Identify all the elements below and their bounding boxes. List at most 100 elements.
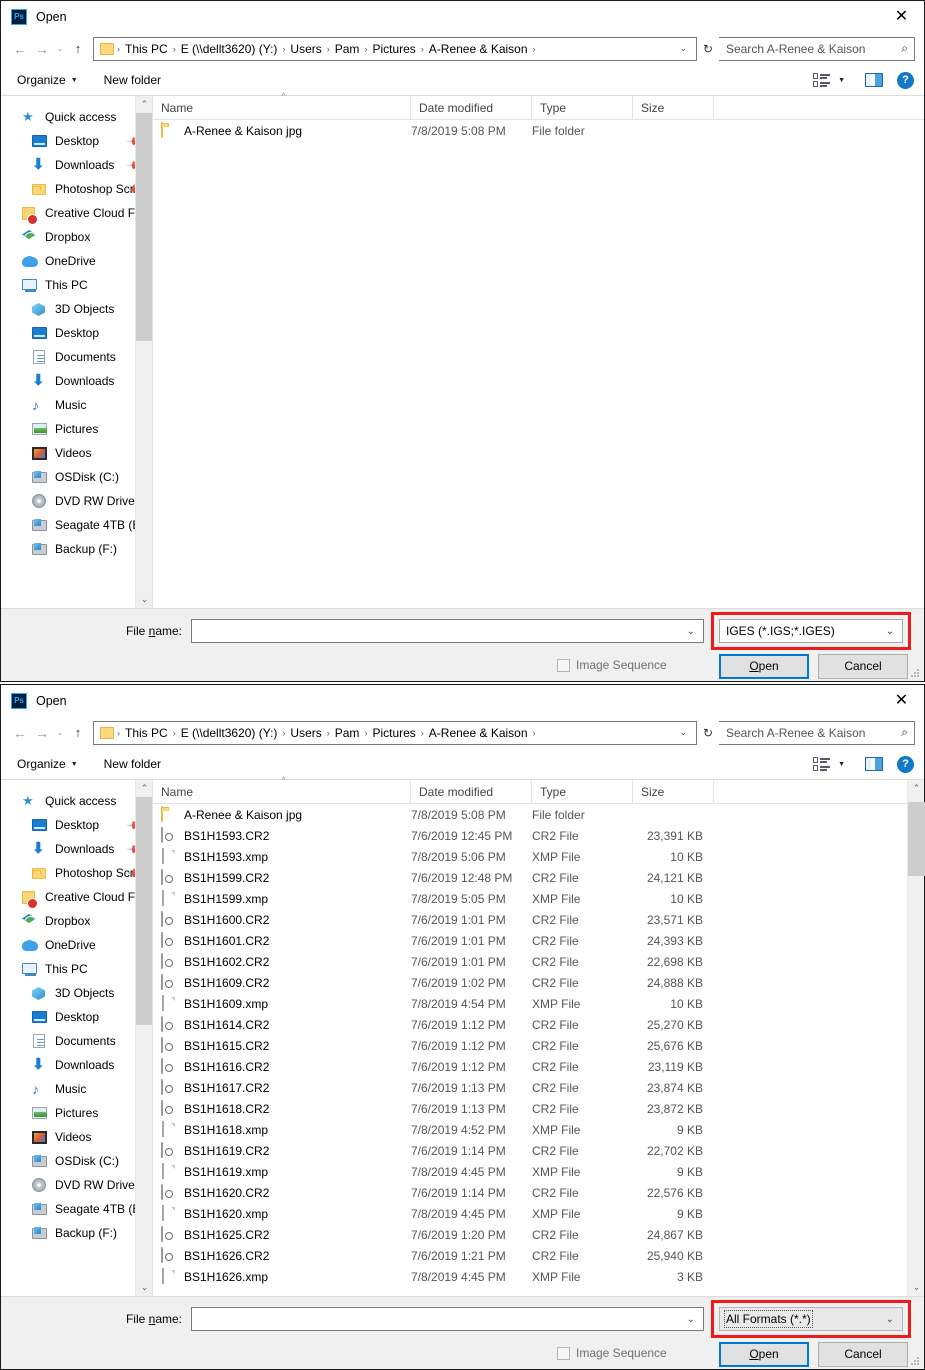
sidebar-item-3d-objects[interactable]: 3D Objects <box>1 297 152 321</box>
sidebar-scrollbar[interactable]: ⌃ ⌄ <box>135 780 152 1296</box>
refresh-button[interactable]: ↻ <box>697 42 719 56</box>
scroll-up-icon[interactable]: ⌃ <box>136 96 152 113</box>
table-row[interactable]: BS1H1620.xmp 7/8/2019 4:45 PM XMP File 9 KB <box>153 1203 924 1224</box>
sidebar-item-seagate-4tb-e[interactable]: Seagate 4TB (E:) <box>1 513 152 537</box>
sidebar-item-backup-f[interactable]: Backup (F:) <box>1 1221 152 1245</box>
table-row[interactable]: BS1H1593.CR2 7/6/2019 12:45 PM CR2 File 23,… <box>153 825 924 846</box>
open-button[interactable]: Open <box>719 654 809 679</box>
sidebar-item-desktop[interactable]: Desktop📌 <box>1 813 152 837</box>
table-row[interactable]: BS1H1614.CR2 7/6/2019 1:12 PM CR2 File 25,2… <box>153 1014 924 1035</box>
table-row[interactable]: BS1H1609.CR2 7/6/2019 1:02 PM CR2 File 24,8… <box>153 972 924 993</box>
breadcrumb-item[interactable]: This PC <box>121 40 172 58</box>
sidebar-item-onedrive[interactable]: OneDrive <box>1 249 152 273</box>
breadcrumb-item[interactable]: A-Renee & Kaison <box>425 724 532 742</box>
close-icon[interactable]: ✕ <box>879 685 924 716</box>
file-type-dropdown[interactable]: All Formats (*.*) ⌄ <box>719 1307 903 1331</box>
scroll-up-icon[interactable]: ⌃ <box>136 780 152 797</box>
forward-button[interactable]: → <box>31 722 53 744</box>
breadcrumb-item[interactable]: Users <box>286 40 325 58</box>
chevron-down-icon[interactable]: ⌄ <box>683 1314 699 1325</box>
chevron-down-icon[interactable]: ⌄ <box>683 626 699 637</box>
organize-button[interactable]: Organize ▼ <box>17 757 78 771</box>
file-name-input[interactable]: ⌄ <box>191 1307 704 1331</box>
scroll-down-icon[interactable]: ⌄ <box>908 1279 925 1296</box>
view-mode-button[interactable]: ▼ <box>813 757 845 771</box>
sidebar-item-downloads[interactable]: ⬇ Downloads <box>1 369 152 393</box>
breadcrumb-bar[interactable]: › This PC › E (\\dellt3620) (Y:) › Users › Pam ›… <box>93 36 697 61</box>
sidebar-item-videos[interactable]: Videos <box>1 441 152 465</box>
table-row[interactable]: BS1H1602.CR2 7/6/2019 1:01 PM CR2 File 22,6… <box>153 951 924 972</box>
sidebar-scroll-thumb[interactable] <box>136 797 152 1025</box>
recent-locations-button[interactable]: ⌄ <box>53 722 67 744</box>
sidebar-item-documents[interactable]: Documents <box>1 345 152 369</box>
scroll-down-icon[interactable]: ⌄ <box>136 1279 152 1296</box>
column-header-type[interactable]: Type <box>532 96 633 119</box>
table-row[interactable]: BS1H1593.xmp 7/8/2019 5:06 PM XMP File 10 K… <box>153 846 924 867</box>
file-type-dropdown[interactable]: IGES (*.IGS;*.IGES) ⌄ <box>719 619 903 643</box>
forward-button[interactable]: → <box>31 38 53 60</box>
column-header-size[interactable]: Size <box>633 780 714 803</box>
sidebar-item-quick-access[interactable]: ★ Quick access <box>1 105 152 129</box>
chevron-down-icon[interactable]: ⌄ <box>882 1314 898 1325</box>
breadcrumb-bar[interactable]: › This PC › E (\\dellt3620) (Y:) › Users › Pam ›… <box>93 720 697 745</box>
scroll-up-icon[interactable]: ⌃ <box>908 780 925 797</box>
resize-grip[interactable] <box>910 1356 920 1366</box>
sidebar-item-downloads[interactable]: ⬇Downloads📌 <box>1 837 152 861</box>
sidebar-item-desktop[interactable]: Desktop <box>1 1005 152 1029</box>
sidebar-scroll-thumb[interactable] <box>136 113 152 341</box>
table-row[interactable]: A-Renee & Kaison jpg 7/8/2019 5:08 PM File… <box>153 120 924 141</box>
table-row[interactable]: BS1H1601.CR2 7/6/2019 1:01 PM CR2 File 24,3… <box>153 930 924 951</box>
column-header-date-modified[interactable]: Date modified <box>411 96 532 119</box>
table-row[interactable]: A-Renee & Kaison jpg 7/8/2019 5:08 PM File… <box>153 804 924 825</box>
file-list-scroll-thumb[interactable] <box>908 802 925 876</box>
file-name-input[interactable]: ⌄ <box>191 619 704 643</box>
sidebar-item-backup-f[interactable]: Backup (F:) <box>1 537 152 561</box>
up-button[interactable]: ↑ <box>67 38 89 60</box>
table-row[interactable]: BS1H1619.xmp 7/8/2019 4:45 PM XMP File 9 KB <box>153 1161 924 1182</box>
breadcrumb-item[interactable]: Pam <box>331 724 364 742</box>
sidebar-item-downloads[interactable]: ⬇Downloads📌 <box>1 153 152 177</box>
sidebar-item-onedrive[interactable]: OneDrive <box>1 933 152 957</box>
cancel-button[interactable]: Cancel <box>818 1342 908 1367</box>
back-button[interactable]: ← <box>9 722 31 744</box>
column-header-name[interactable]: Name ^ <box>153 775 411 803</box>
open-button[interactable]: Open <box>719 1342 809 1367</box>
help-icon[interactable]: ? <box>897 71 914 89</box>
new-folder-button[interactable]: New folder <box>104 757 161 771</box>
close-icon[interactable]: ✕ <box>879 1 924 32</box>
breadcrumb-item[interactable]: E (\\dellt3620) (Y:) <box>177 40 282 58</box>
preview-pane-icon[interactable] <box>865 73 883 87</box>
breadcrumb-item[interactable]: Pictures <box>368 40 419 58</box>
new-folder-button[interactable]: New folder <box>104 73 161 87</box>
chevron-down-icon[interactable]: ⌄ <box>882 626 898 637</box>
sidebar-item-osdisk-c[interactable]: OSDisk (C:) <box>1 465 152 489</box>
table-row[interactable]: BS1H1600.CR2 7/6/2019 1:01 PM CR2 File 23,5… <box>153 909 924 930</box>
breadcrumb-item[interactable]: Users <box>286 724 325 742</box>
organize-button[interactable]: Organize ▼ <box>17 73 78 87</box>
sidebar-scrollbar[interactable]: ⌃ ⌄ <box>135 96 152 608</box>
column-header-type[interactable]: Type <box>532 780 633 803</box>
sidebar-item-desktop[interactable]: Desktop <box>1 321 152 345</box>
sidebar-item-photoshop-scrip[interactable]: Photoshop Scrip📌 <box>1 177 152 201</box>
breadcrumb-dropdown-icon[interactable]: ⌄ <box>672 727 694 738</box>
table-row[interactable]: BS1H1620.CR2 7/6/2019 1:14 PM CR2 File 22,5… <box>153 1182 924 1203</box>
table-row[interactable]: BS1H1609.xmp 7/8/2019 4:54 PM XMP File 10 K… <box>153 993 924 1014</box>
sidebar-item-dropbox[interactable]: Dropbox <box>1 225 152 249</box>
breadcrumb-item[interactable]: This PC <box>121 724 172 742</box>
sidebar-item-dropbox[interactable]: Dropbox <box>1 909 152 933</box>
search-box[interactable]: Search A-Renee & Kaison ⌕ <box>719 36 915 61</box>
sidebar-item-dvd-rw-drive-d[interactable]: DVD RW Drive (D:) <box>1 1173 152 1197</box>
sidebar-item-videos[interactable]: Videos <box>1 1125 152 1149</box>
breadcrumb-dropdown-icon[interactable]: ⌄ <box>672 43 694 54</box>
sidebar-item-photoshop-scrip[interactable]: Photoshop Scrip📌 <box>1 861 152 885</box>
sidebar-item-downloads[interactable]: ⬇ Downloads <box>1 1053 152 1077</box>
up-button[interactable]: ↑ <box>67 722 89 744</box>
table-row[interactable]: BS1H1619.CR2 7/6/2019 1:14 PM CR2 File 22,7… <box>153 1140 924 1161</box>
scroll-down-icon[interactable]: ⌄ <box>136 591 152 608</box>
column-header-name[interactable]: Name ^ <box>153 91 411 119</box>
table-row[interactable]: BS1H1618.CR2 7/6/2019 1:13 PM CR2 File 23,8… <box>153 1098 924 1119</box>
table-row[interactable]: BS1H1616.CR2 7/6/2019 1:12 PM CR2 File 23,1… <box>153 1056 924 1077</box>
image-sequence-checkbox[interactable]: Image Sequence <box>557 658 667 672</box>
image-sequence-checkbox[interactable]: Image Sequence <box>557 1346 667 1360</box>
table-row[interactable]: BS1H1599.xmp 7/8/2019 5:05 PM XMP File 10 K… <box>153 888 924 909</box>
